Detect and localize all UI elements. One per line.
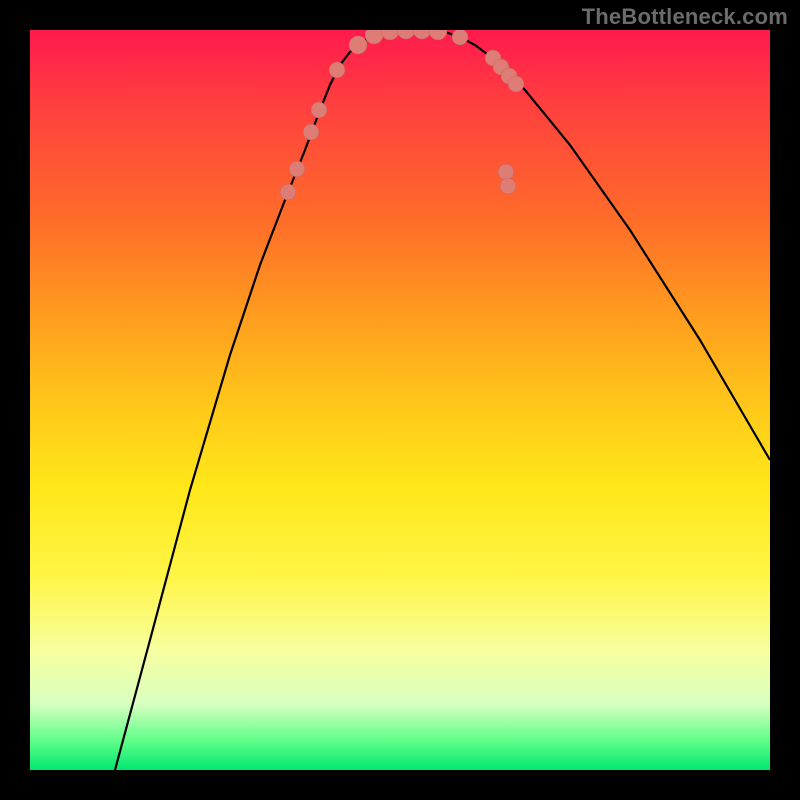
- data-marker: [397, 30, 415, 39]
- data-marker: [349, 36, 367, 54]
- data-marker: [311, 102, 327, 118]
- curve-svg: [30, 30, 770, 770]
- data-marker: [413, 30, 431, 39]
- watermark-text: TheBottleneck.com: [582, 4, 788, 30]
- bottleneck-curve: [115, 30, 770, 770]
- data-marker: [508, 76, 524, 92]
- plot-area: [30, 30, 770, 770]
- data-marker: [381, 30, 399, 40]
- data-marker: [500, 178, 516, 194]
- chart-frame: TheBottleneck.com: [0, 0, 800, 800]
- data-marker: [429, 30, 447, 40]
- data-marker: [289, 161, 305, 177]
- data-marker: [452, 30, 468, 45]
- data-marker: [303, 124, 319, 140]
- marker-group: [280, 30, 524, 200]
- data-marker: [365, 30, 383, 44]
- data-marker: [329, 62, 345, 78]
- data-marker: [498, 164, 514, 180]
- data-marker: [280, 184, 296, 200]
